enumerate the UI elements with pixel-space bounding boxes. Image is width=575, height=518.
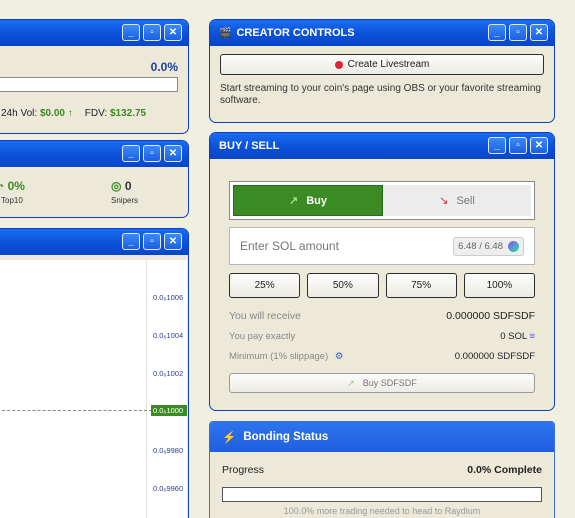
holders-window: _ ▫ ✕ ◔ 0% Top10 ◎ 0 Snipers — [0, 140, 189, 218]
vol-value: $0.00 — [39, 108, 65, 119]
receive-label: You will receive — [229, 310, 301, 322]
window-title: BUY / SELL — [219, 140, 280, 152]
axis-tick: 0.0₆9960 — [153, 484, 184, 493]
grid-line — [146, 260, 147, 518]
preset-25-button[interactable]: 25% — [229, 273, 301, 298]
preset-50-button[interactable]: 50% — [307, 273, 379, 298]
preset-100-button[interactable]: 100% — [463, 273, 535, 298]
progress-bar — [0, 77, 178, 92]
clapperboard-icon: 🎬 — [219, 27, 232, 39]
livestream-description: Start streaming to your coin's page usin… — [220, 83, 541, 106]
chart-titlebar: _ ▫ ✕ — [0, 229, 188, 255]
top10-stat: ◔ 0% Top10 — [0, 179, 37, 205]
creator-controls-window: 🎬 CREATOR CONTROLS _ ▫ ✕ Create Livestre… — [209, 19, 555, 123]
progress-label: Progress — [222, 464, 265, 476]
buy-sell-window: BUY / SELL _ ▫ ✕ ↗ Buy ↘ Sell 6.48 / 6.4… — [209, 132, 555, 411]
target-icon: ◎ — [111, 179, 122, 193]
close-button[interactable]: ✕ — [530, 24, 548, 41]
minimize-button[interactable]: _ — [122, 233, 140, 250]
bonding-footer: 100.0% more trading needed to head to Ra… — [283, 506, 481, 516]
percent-value: 0.0% — [150, 60, 178, 74]
maximize-button[interactable]: ▫ — [509, 137, 527, 154]
axis-tick: 0.0₆1002 — [153, 369, 184, 378]
top10-label: Top10 — [1, 196, 23, 205]
sol-amount-input[interactable] — [230, 228, 440, 264]
progress-row: Progress 0.0% Complete — [222, 464, 542, 476]
maximize-button[interactable]: ▫ — [143, 233, 161, 250]
lightning-icon: ⚡ — [222, 432, 237, 444]
solana-icon — [508, 241, 519, 252]
minimum-label: Minimum (1% slippage) — [229, 350, 329, 362]
arrow-up-icon: ↑ — [67, 108, 73, 119]
progress-value: 0.0% Complete — [467, 464, 542, 476]
volume-row: 24h Vol: $0.00 ↑ FDV: $132.75 — [1, 108, 146, 119]
current-price-line — [0, 410, 152, 411]
trending-down-icon: ↘ — [439, 195, 449, 207]
axis-tick: 0.0₆1004 — [153, 331, 184, 340]
sol-amount-field: 6.48 / 6.48 — [229, 227, 535, 265]
close-button[interactable]: ✕ — [164, 24, 182, 41]
vol-label: 24h Vol: — [1, 108, 38, 119]
record-icon — [334, 60, 343, 69]
creator-controls-titlebar: 🎬 CREATOR CONTROLS _ ▫ ✕ — [210, 20, 554, 46]
price-chart[interactable]: 0.0₆1006 0.0₆1004 0.0₆1002 0.0₆1000 0.0₆… — [0, 260, 187, 518]
maximize-button[interactable]: ▫ — [509, 24, 527, 41]
pay-row: You pay exactly 0 SOL ≡ — [229, 326, 535, 346]
trending-up-icon: ↗ — [347, 377, 355, 388]
window-title: CREATOR CONTROLS — [236, 27, 355, 39]
tab-buy[interactable]: ↗ Buy — [233, 185, 383, 216]
tab-sell[interactable]: ↘ Sell — [383, 185, 531, 216]
minimize-button[interactable]: _ — [122, 145, 140, 162]
solana-icon: ≡ — [529, 330, 535, 342]
top10-value: 0% — [7, 179, 25, 193]
buy-token-button[interactable]: ↗ Buy SDFSDF — [229, 373, 535, 393]
trade-summary: You will receive 0.000000 SDFSDF You pay… — [229, 306, 535, 366]
pie-icon: ◔ — [0, 179, 4, 193]
bonding-titlebar: ⚡ Bonding Status — [210, 422, 554, 452]
preset-row: 25% 50% 75% 100% — [229, 273, 535, 298]
preset-75-button[interactable]: 75% — [385, 273, 457, 298]
buy-sell-titlebar: BUY / SELL _ ▫ ✕ — [210, 133, 554, 159]
buy-sell-tabs: ↗ Buy ↘ Sell — [229, 181, 535, 220]
snipers-value: 0 — [124, 179, 132, 193]
receive-row: You will receive 0.000000 SDFSDF — [229, 306, 535, 326]
token-stats-titlebar: _ ▫ ✕ — [0, 20, 188, 46]
balance-badge[interactable]: 6.48 / 6.48 — [453, 237, 524, 256]
minimize-button[interactable]: _ — [122, 24, 140, 41]
maximize-button[interactable]: ▫ — [143, 24, 161, 41]
tab-buy-label: Buy — [306, 194, 327, 207]
fdv-label: FDV: — [84, 108, 108, 119]
settings-gear-icon[interactable]: ⚙ — [335, 351, 344, 362]
create-livestream-button[interactable]: Create Livestream — [220, 54, 544, 75]
bonding-status-window: ⚡ Bonding Status Progress 0.0% Complete … — [209, 421, 555, 518]
trending-up-icon: ↗ — [289, 195, 299, 207]
token-stats-window: _ ▫ ✕ 0.0% 24h Vol: $0.00 ↑ FDV: $132.75 — [0, 19, 189, 134]
axis-tick: 0.0₆1006 — [153, 293, 184, 302]
minimize-button[interactable]: _ — [488, 137, 506, 154]
close-button[interactable]: ✕ — [164, 145, 182, 162]
maximize-button[interactable]: ▫ — [143, 145, 161, 162]
close-button[interactable]: ✕ — [164, 233, 182, 250]
minimum-row: Minimum (1% slippage) ⚙ 0.000000 SDFSDF — [229, 346, 535, 366]
buy-token-label: Buy SDFSDF — [362, 378, 417, 388]
chart-window: _ ▫ ✕ 0.0₆1006 0.0₆1004 0.0₆1002 0.0₆100… — [0, 228, 189, 518]
snipers-label: Snipers — [111, 196, 139, 205]
current-price-tag: 0.0₆1000 — [151, 405, 187, 416]
bonding-progress-bar — [222, 487, 542, 502]
axis-tick: 0.0₆9980 — [153, 446, 184, 455]
holders-titlebar: _ ▫ ✕ — [0, 141, 188, 167]
pay-label: You pay exactly — [229, 330, 296, 342]
snipers-stat: ◎ 0 Snipers — [111, 179, 151, 205]
balance-value: 6.48 / 6.48 — [458, 241, 503, 252]
minimize-button[interactable]: _ — [488, 24, 506, 41]
minimum-value: 0.000000 SDFSDF — [454, 350, 535, 362]
pay-value: 0 SOL — [500, 330, 527, 342]
receive-value: 0.000000 SDFSDF — [446, 310, 535, 322]
fdv-value: $132.75 — [109, 108, 147, 119]
close-button[interactable]: ✕ — [530, 137, 548, 154]
tab-sell-label: Sell — [456, 194, 475, 207]
create-livestream-label: Create Livestream — [347, 59, 430, 70]
bonding-title: Bonding Status — [243, 431, 329, 443]
